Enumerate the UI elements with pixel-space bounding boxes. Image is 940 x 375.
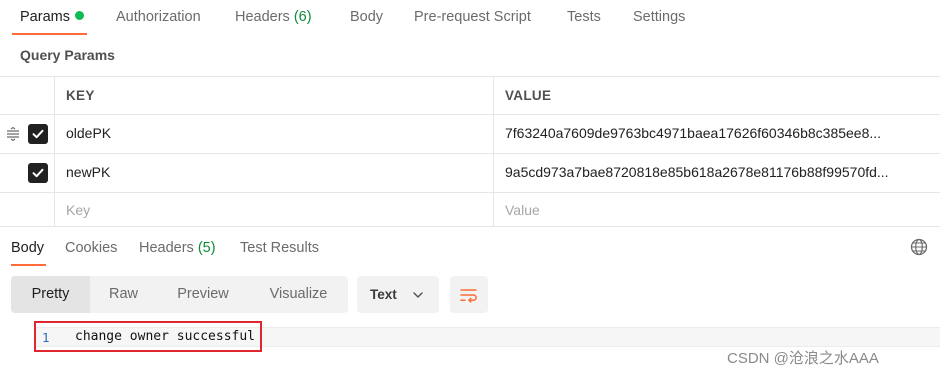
param-key-cell[interactable]: oldePK — [66, 125, 486, 141]
view-preview-button[interactable]: Preview — [157, 276, 249, 313]
param-value-cell[interactable]: 7f63240a7609de9763bc4971baea17626f60346b… — [505, 125, 929, 141]
column-divider — [54, 154, 55, 192]
response-tab-headers[interactable]: Headers (5) — [139, 240, 216, 256]
row-enabled-checkbox[interactable] — [28, 163, 48, 183]
column-divider — [54, 77, 55, 114]
response-tab-test-results[interactable]: Test Results — [240, 240, 319, 256]
response-tab-body[interactable]: Body — [11, 240, 44, 256]
active-response-tab-indicator — [11, 264, 46, 266]
active-tab-indicator — [12, 33, 87, 35]
column-divider — [493, 154, 494, 192]
tab-tests[interactable]: Tests — [567, 9, 601, 25]
request-tabs: Params Authorization Headers (6) Body Pr… — [0, 0, 940, 36]
table-header-row: KEY VALUE — [0, 76, 940, 115]
column-header-value: VALUE — [505, 88, 552, 103]
view-mode-toggle: Pretty Raw Preview Visualize — [11, 276, 348, 313]
new-value-input[interactable]: Value — [505, 202, 929, 218]
tab-settings[interactable]: Settings — [633, 9, 685, 25]
tab-params-label: Params — [20, 9, 70, 25]
tab-headers[interactable]: Headers (6) — [235, 9, 312, 25]
view-visualize-button[interactable]: Visualize — [249, 276, 348, 313]
format-dropdown[interactable]: Text — [357, 276, 439, 313]
wrap-lines-icon — [460, 288, 477, 303]
new-key-input[interactable]: Key — [66, 202, 486, 218]
check-icon — [32, 168, 44, 178]
tab-headers-label: Headers — [235, 9, 290, 25]
view-raw-button[interactable]: Raw — [90, 276, 157, 313]
response-tab-cookies[interactable]: Cookies — [65, 240, 117, 256]
column-divider — [493, 193, 494, 226]
column-divider — [54, 193, 55, 226]
params-active-dot — [74, 11, 84, 20]
tab-body[interactable]: Body — [350, 9, 383, 25]
tab-headers-count: (6) — [293, 9, 312, 25]
row-enabled-checkbox[interactable] — [28, 124, 48, 144]
column-divider — [54, 115, 55, 153]
query-params-title: Query Params — [20, 47, 115, 63]
chevron-down-icon — [413, 292, 423, 298]
format-dropdown-value: Text — [370, 287, 397, 302]
tab-pre-request-script[interactable]: Pre-request Script — [414, 9, 531, 25]
wrap-lines-button[interactable] — [450, 276, 488, 313]
tab-params[interactable]: Params — [20, 9, 84, 25]
view-pretty-button[interactable]: Pretty — [11, 276, 90, 313]
highlight-annotation-box — [34, 321, 262, 352]
column-divider — [493, 115, 494, 153]
tab-authorization[interactable]: Authorization — [116, 9, 201, 25]
response-tab-headers-count: (5) — [197, 240, 216, 256]
table-row-empty: Key Value — [0, 193, 940, 227]
table-row: newPK 9a5cd973a7bae8720818e85b618a2678e8… — [0, 154, 940, 193]
param-value-cell[interactable]: 9a5cd973a7bae8720818e85b618a2678e81176b8… — [505, 164, 929, 180]
table-row: oldePK 7f63240a7609de9763bc4971baea17626… — [0, 115, 940, 154]
column-header-key: KEY — [66, 88, 95, 103]
param-key-cell[interactable]: newPK — [66, 164, 486, 180]
check-icon — [32, 129, 44, 139]
column-divider — [493, 77, 494, 114]
response-tab-headers-label: Headers — [139, 240, 194, 256]
globe-icon[interactable] — [910, 238, 928, 256]
drag-handle-icon[interactable] — [6, 127, 20, 141]
watermark: CSDN @沧浪之水AAA — [727, 350, 879, 367]
